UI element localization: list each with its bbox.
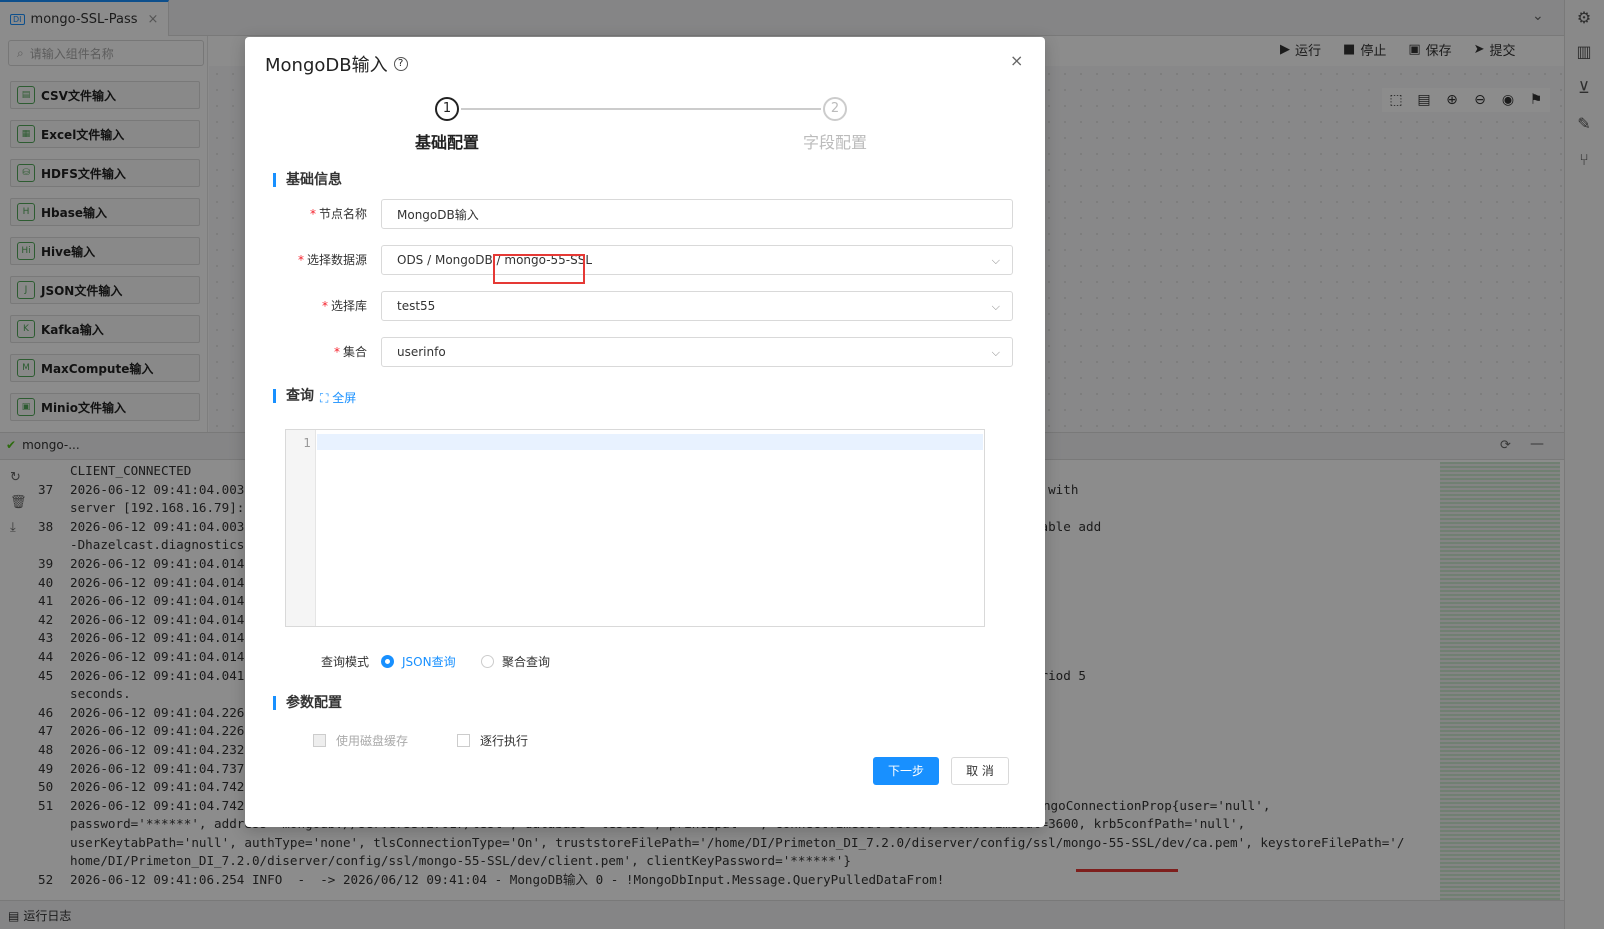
- datasource-select[interactable]: ODS / MongoDB / mongo-55-SSL ⌵: [381, 245, 1013, 275]
- mongodb-input-dialog: MongoDB输入 ? × 1 2 基础配置 字段配置 基础信息 * 节点名称 M…: [245, 37, 1045, 827]
- section-query: 查询: [273, 389, 314, 403]
- current-line: [317, 434, 983, 450]
- datasource-label: * 选择数据源: [297, 253, 367, 267]
- radio-aggregate-query[interactable]: 聚合查询: [481, 653, 550, 670]
- expand-icon: ⛶: [320, 391, 333, 405]
- option-row-by-row[interactable]: 逐行执行: [457, 732, 528, 749]
- checkbox-icon: [457, 734, 470, 747]
- chevron-down-icon: ⌵: [991, 346, 1000, 359]
- radio-json-query[interactable]: JSON查询: [381, 653, 456, 670]
- section-basic-info: 基础信息: [273, 173, 342, 187]
- collection-label: * 集合: [333, 345, 367, 359]
- step-2-label: 字段配置: [803, 133, 868, 152]
- database-select[interactable]: test55 ⌵: [381, 291, 1013, 321]
- fullscreen-button[interactable]: ⛶ 全屏: [320, 389, 356, 406]
- radio-icon: [481, 655, 494, 668]
- step-1-label: 基础配置: [415, 133, 480, 152]
- node-name-input[interactable]: MongoDB输入: [381, 199, 1013, 229]
- chevron-down-icon: ⌵: [991, 300, 1000, 313]
- dialog-title-text: MongoDB输入: [265, 55, 388, 76]
- query-editor[interactable]: 1: [285, 429, 985, 627]
- cancel-button[interactable]: 取 消: [951, 757, 1009, 785]
- option-disk-cache[interactable]: 使用磁盘缓存: [313, 732, 408, 749]
- step-connector: [461, 108, 821, 110]
- collection-select[interactable]: userinfo ⌵: [381, 337, 1013, 367]
- section-params: 参数配置: [273, 696, 342, 710]
- database-label: * 选择库: [321, 299, 367, 313]
- chevron-down-icon: ⌵: [991, 254, 1000, 267]
- node-name-label: * 节点名称: [309, 207, 367, 221]
- step-1-circle: 1: [435, 97, 459, 121]
- radio-icon: [381, 655, 394, 668]
- line-gutter: 1: [286, 430, 316, 626]
- close-icon[interactable]: ×: [1010, 51, 1023, 70]
- highlight-box: [493, 254, 585, 284]
- checkbox-icon: [313, 734, 326, 747]
- dialog-title: MongoDB输入 ?: [265, 51, 408, 77]
- help-icon[interactable]: ?: [393, 57, 408, 71]
- next-button[interactable]: 下一步: [873, 757, 939, 785]
- step-2-circle: 2: [823, 97, 847, 121]
- query-mode-label: 查询模式: [321, 655, 370, 669]
